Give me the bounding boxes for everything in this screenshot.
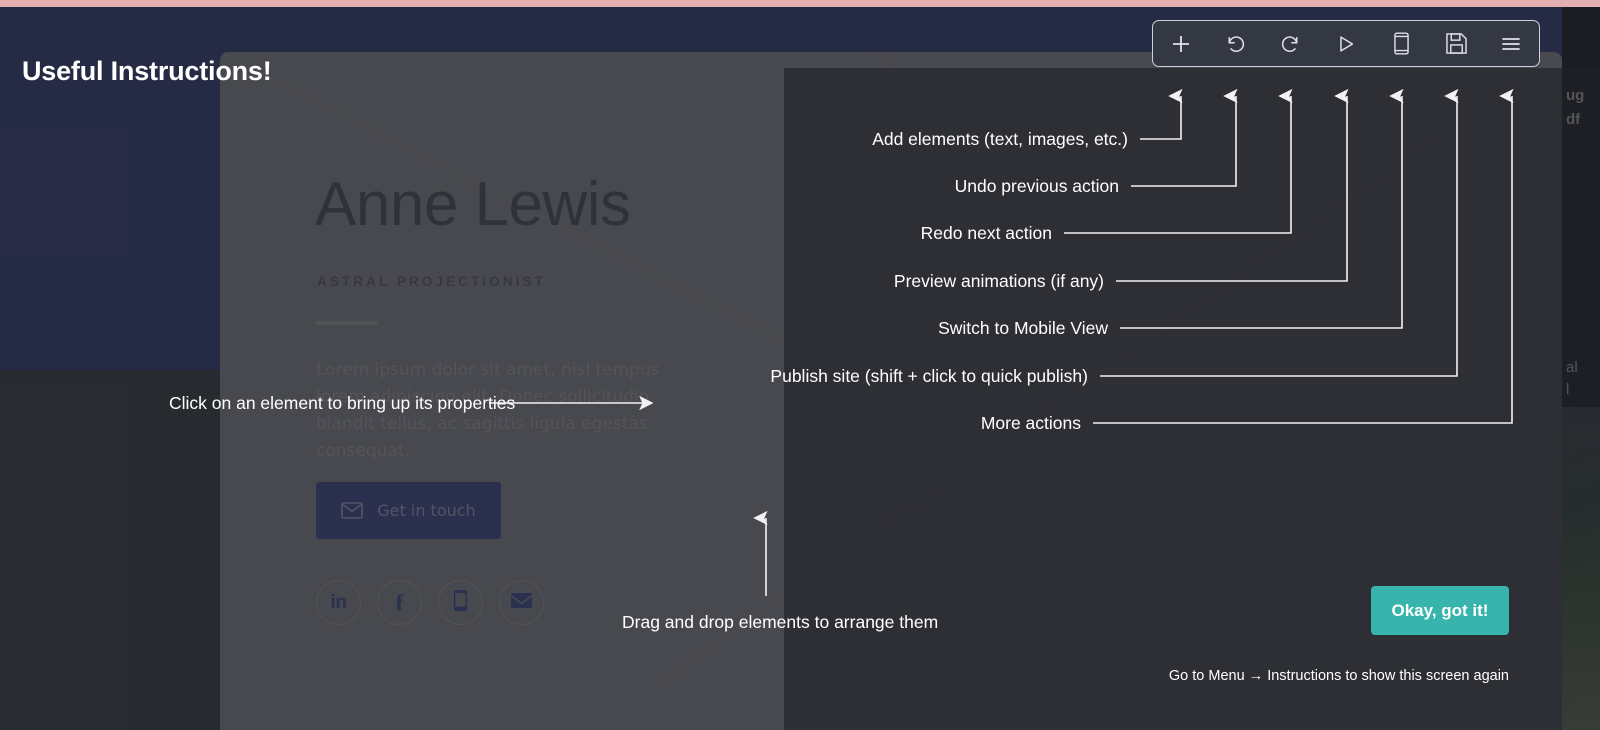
add-element-button[interactable] (1153, 21, 1208, 66)
undo-button[interactable] (1208, 21, 1263, 66)
callout-more-actions: More actions (980, 413, 1081, 433)
okay-got-it-button[interactable]: Okay, got it! (1371, 586, 1509, 635)
callout-drag-drop: Drag and drop elements to arrange them (622, 612, 939, 632)
callout-add-elements: Add elements (text, images, etc.) (872, 129, 1128, 149)
top-accent-strip (0, 0, 1600, 7)
hamburger-icon (1499, 32, 1523, 56)
redo-icon (1279, 32, 1302, 55)
mobile-view-button[interactable] (1374, 21, 1429, 66)
callout-mobile-view: Switch to Mobile View (938, 318, 1108, 338)
plus-icon (1169, 32, 1193, 56)
callout-publish: Publish site (shift + click to quick pub… (770, 366, 1088, 386)
callout-click-element: Click on an element to bring up its prop… (169, 393, 516, 413)
callout-redo: Redo next action (920, 223, 1052, 243)
preview-button[interactable] (1318, 21, 1373, 66)
editor-toolbar (1152, 20, 1540, 67)
play-icon (1335, 33, 1357, 55)
callout-undo: Undo previous action (954, 176, 1119, 196)
instructions-overlay-screen: ug df al l Anne Lewis ASTRAL PROJECTIONI… (0, 0, 1600, 730)
reopen-instructions-note: Go to Menu → Instructions to show this s… (1168, 668, 1509, 684)
menu-button[interactable] (1484, 21, 1539, 66)
mobile-icon (1393, 32, 1409, 55)
callout-preview: Preview animations (if any) (893, 271, 1104, 291)
publish-button[interactable] (1429, 21, 1484, 66)
save-icon (1446, 33, 1467, 54)
page-title: Useful Instructions! (22, 56, 272, 86)
redo-button[interactable] (1263, 21, 1318, 66)
undo-icon (1224, 32, 1247, 55)
